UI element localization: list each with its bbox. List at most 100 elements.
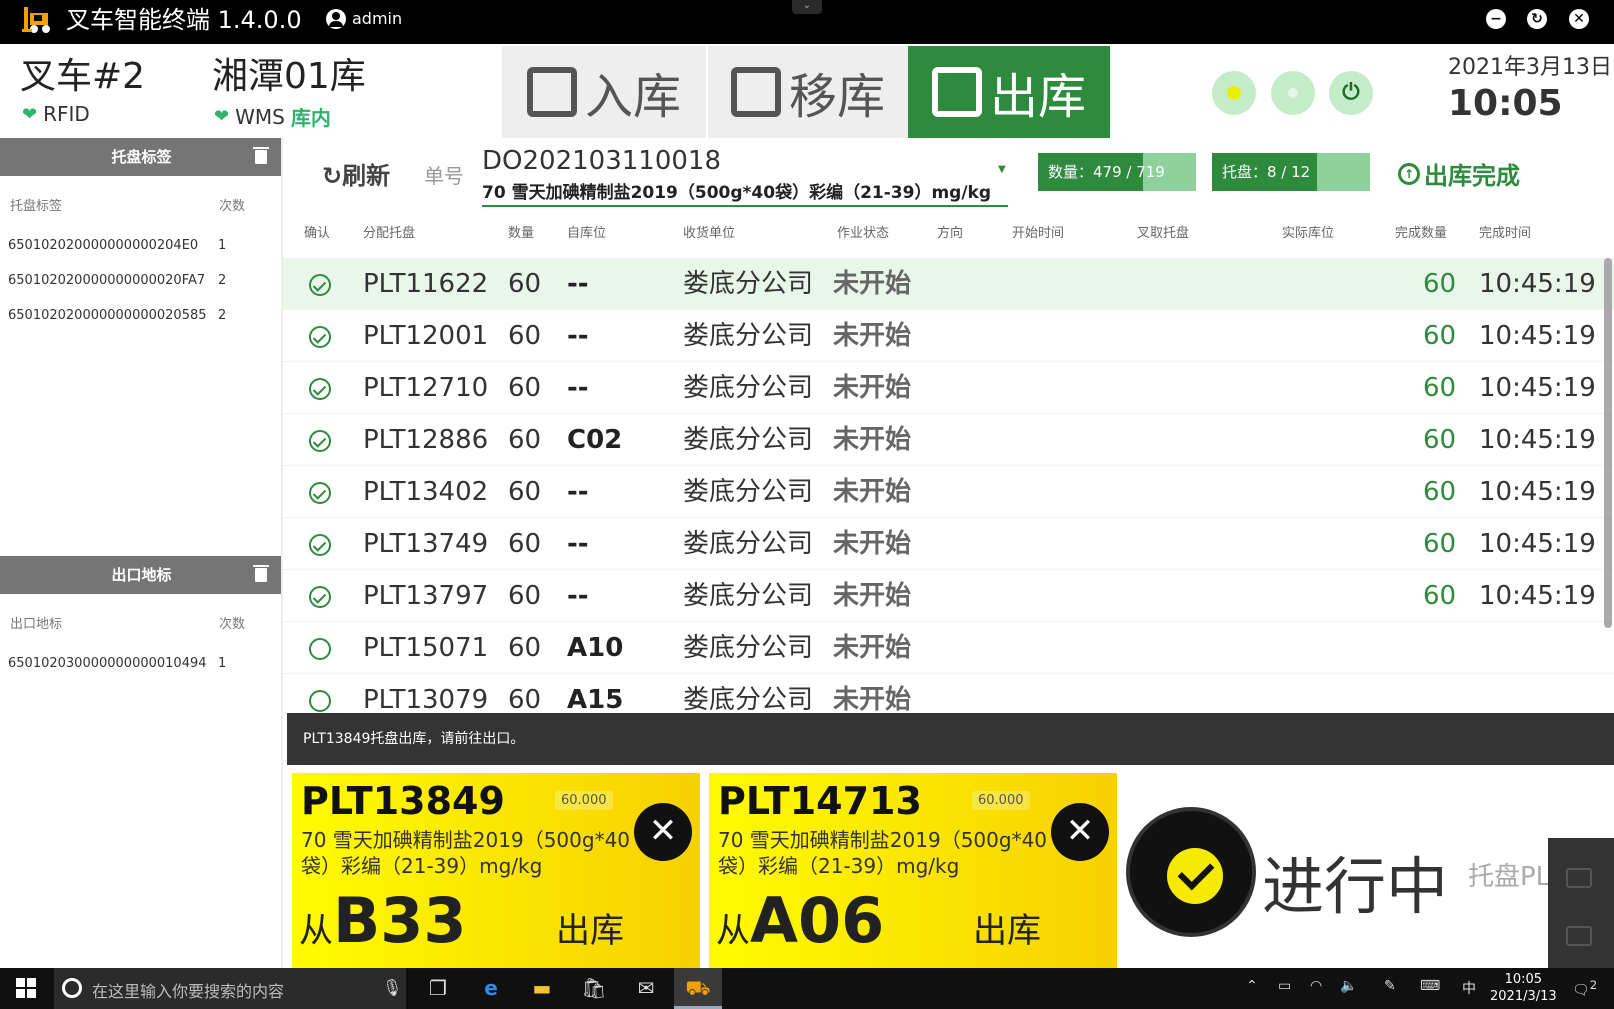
notifications-icon[interactable]: 🗨2: [1572, 978, 1597, 999]
order-number-select[interactable]: DO202103110018: [482, 146, 721, 176]
wifi-icon[interactable]: ◠: [1310, 978, 1322, 994]
column-header: 次数: [219, 617, 246, 632]
list-item[interactable]: 650102020000000000020FA7 2: [8, 273, 273, 288]
check-circle-icon[interactable]: [309, 274, 331, 296]
card-quantity-badge: 60.000: [972, 791, 1030, 810]
mail-icon[interactable]: ✉: [622, 968, 670, 1009]
check-circle-icon[interactable]: [309, 534, 331, 556]
order-label: 单号: [424, 164, 464, 188]
cell-quantity: 60: [508, 269, 542, 299]
check-circle-icon[interactable]: [309, 326, 331, 348]
file-explorer-icon[interactable]: ▬: [518, 968, 566, 1009]
cell-state: 未开始: [833, 633, 912, 663]
windows-start-icon[interactable]: [16, 978, 36, 998]
outbound-complete-button[interactable]: ↑ 出库完成: [1398, 156, 1520, 191]
sensor-indicator-icon[interactable]: [1271, 71, 1315, 115]
table-row[interactable]: PLT13749 60 -- 娄底分公司 未开始 60 10:45:19: [283, 518, 1614, 570]
list-item[interactable]: 650102020000000000204E0 1: [8, 238, 273, 253]
restore-button[interactable]: ↻: [1527, 9, 1547, 29]
mode-button-inbound[interactable]: 入库: [502, 46, 706, 138]
side-dock[interactable]: [1548, 838, 1614, 968]
refresh-button[interactable]: ↻刷新: [322, 156, 390, 191]
close-button[interactable]: ✕: [1569, 9, 1589, 29]
chevron-down-icon[interactable]: ⌄: [792, 0, 822, 14]
forklift-app-icon[interactable]: ⛟: [674, 968, 722, 1009]
volume-icon[interactable]: 🔈: [1340, 978, 1357, 994]
tag-count: 2: [218, 273, 227, 288]
edge-browser-icon[interactable]: e: [467, 968, 515, 1009]
from-location: A06: [750, 884, 885, 957]
from-prefix: 从: [716, 911, 750, 951]
column-header: 作业状态: [837, 226, 890, 241]
card-pallet-id: PLT13849: [301, 779, 505, 823]
task-view-icon[interactable]: ❐: [414, 968, 462, 1009]
table-row[interactable]: PLT11622 60 -- 娄底分公司 未开始 60 10:45:19: [283, 258, 1614, 310]
circle-icon[interactable]: [309, 638, 331, 660]
pallet-task-card[interactable]: PLT14713 60.000 70 雪天加碘精制盐2019（500g*40袋）…: [709, 773, 1117, 968]
in-progress-check-icon[interactable]: [1126, 807, 1256, 937]
trash-icon[interactable]: [253, 565, 269, 582]
circle-icon[interactable]: [309, 690, 331, 712]
from-location: B33: [333, 884, 467, 957]
table-row[interactable]: PLT12710 60 -- 娄底分公司 未开始 60 10:45:19: [283, 362, 1614, 414]
warehouse-name: 湘潭01库: [212, 56, 366, 97]
store-icon[interactable]: 🛍: [570, 968, 618, 1009]
check-circle-icon[interactable]: [309, 430, 331, 452]
card-source-location: 从A06: [716, 885, 884, 967]
refresh-label: 刷新: [342, 162, 391, 190]
card-action: 出库: [556, 911, 624, 951]
mode-button-move[interactable]: 移库: [708, 46, 908, 138]
app-title: 叉车智能终端 1.4.0.0: [66, 6, 302, 34]
pallet-task-card[interactable]: PLT13849 60.000 70 雪天加碘精制盐2019（500g*40袋）…: [292, 773, 700, 968]
select-underline: [482, 205, 1008, 207]
pen-icon[interactable]: ✎: [1384, 978, 1396, 994]
table-row[interactable]: PLT15071 60 A10 娄底分公司 未开始: [283, 622, 1614, 674]
tag-count: 1: [218, 238, 227, 253]
mode-button-outbound[interactable]: 出库: [908, 46, 1110, 138]
table-row[interactable]: PLT12001 60 -- 娄底分公司 未开始 60 10:45:19: [283, 310, 1614, 362]
trash-icon[interactable]: [253, 147, 269, 164]
wms-state: 库内: [290, 106, 331, 130]
task-table[interactable]: PLT11622 60 -- 娄底分公司 未开始 60 10:45:19 PLT12001 60…: [283, 258, 1614, 713]
column-header: 自库位: [567, 226, 607, 241]
cell-pallet: PLT13079: [363, 685, 489, 713]
order-description: 70 雪天加碘精制盐2019（500g*40袋）彩编（21-39）mg/kg: [482, 183, 992, 203]
user-account[interactable]: admin: [326, 8, 402, 30]
minimize-button[interactable]: −: [1486, 9, 1506, 29]
caret-down-icon[interactable]: ▼: [998, 164, 1006, 175]
table-row[interactable]: PLT13402 60 -- 娄底分公司 未开始 60 10:45:19: [283, 466, 1614, 518]
cell-quantity: 60: [508, 581, 542, 611]
tag-count: 1: [218, 656, 227, 671]
cell-state: 未开始: [833, 685, 912, 713]
exit-markers-header: 出口地标: [0, 556, 283, 594]
cell-pallet: PLT15071: [363, 633, 489, 663]
flag-icon[interactable]: [1566, 926, 1592, 946]
list-item[interactable]: 650102020000000000020585 2: [8, 308, 273, 323]
check-circle-icon[interactable]: [309, 586, 331, 608]
battery-icon[interactable]: ▭: [1278, 978, 1291, 994]
clock-date: 2021/3/13: [1490, 989, 1557, 1004]
microphone-icon[interactable]: 🎙: [382, 978, 402, 997]
table-row[interactable]: PLT13797 60 -- 娄底分公司 未开始 60 10:45:19: [283, 570, 1614, 622]
cell-state: 未开始: [833, 581, 912, 611]
input-method[interactable]: 中: [1462, 978, 1476, 998]
cell-done-time: 10:45:19: [1479, 477, 1596, 507]
check-circle-icon[interactable]: [309, 482, 331, 504]
table-row[interactable]: PLT13079 60 A15 娄底分公司 未开始: [283, 674, 1614, 713]
close-icon[interactable]: ✕: [1051, 803, 1109, 861]
chevron-up-icon[interactable]: ⌃: [1246, 978, 1258, 994]
cell-location: --: [567, 269, 589, 299]
flag-icon[interactable]: [1566, 868, 1592, 888]
taskbar-clock[interactable]: 10:05 2021/3/13: [1490, 971, 1557, 1005]
light-indicator-icon[interactable]: [1212, 71, 1256, 115]
taskbar-search[interactable]: 在这里输入你要搜索的内容 🎙: [54, 968, 406, 1009]
cell-receiver: 娄底分公司: [683, 373, 814, 403]
power-icon[interactable]: ⏻: [1329, 71, 1373, 115]
table-row[interactable]: PLT12886 60 C02 娄底分公司 未开始 60 10:45:19: [283, 414, 1614, 466]
close-icon[interactable]: ✕: [634, 803, 692, 861]
check-circle-icon[interactable]: [309, 378, 331, 400]
list-item[interactable]: 650102030000000000010494 1: [8, 656, 273, 671]
scrollbar[interactable]: [1604, 258, 1612, 628]
keyboard-icon[interactable]: ⌨: [1420, 978, 1440, 994]
user-icon: [326, 9, 346, 29]
